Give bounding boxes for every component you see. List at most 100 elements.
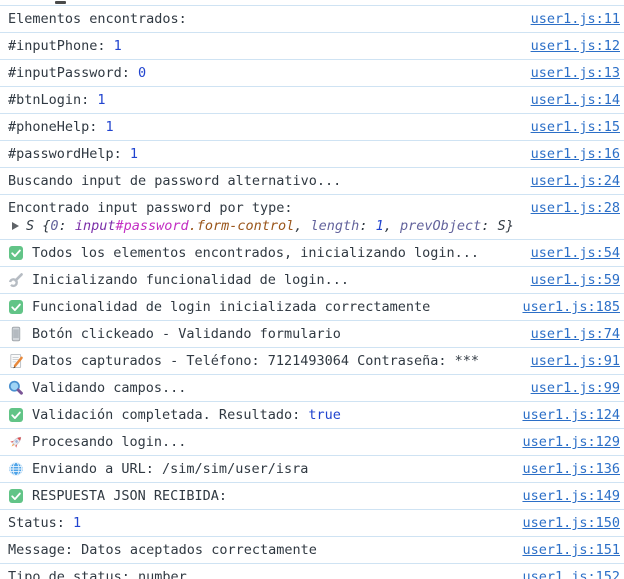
log-text-part: #inputPassword: [8, 65, 138, 81]
log-text: Botón clickeado - Validando formulario [32, 326, 523, 342]
log-text: #phoneHelp: 1 [8, 119, 523, 135]
log-message: #phoneHelp: 1 [8, 119, 523, 135]
preview-part: : [481, 218, 497, 234]
source-link[interactable]: user1.js:149 [522, 488, 620, 504]
log-message: #passwordHelp: 1 [8, 146, 523, 162]
check-mark-icon [8, 488, 24, 504]
source-link[interactable]: user1.js:99 [531, 380, 620, 396]
log-text: Tipo de status: number [8, 569, 514, 579]
preview-part: .form-control [189, 218, 295, 234]
source-link[interactable]: user1.js:91 [531, 353, 620, 369]
log-message: #inputPhone: 1 [8, 38, 523, 54]
source-link[interactable]: user1.js:59 [531, 272, 620, 288]
console-row: Botón clickeado - Validando formulario u… [0, 321, 624, 348]
log-text: Procesando login... [32, 434, 514, 450]
source-link[interactable]: user1.js:129 [522, 434, 620, 450]
source-link[interactable]: user1.js:11 [531, 11, 620, 27]
source-link[interactable]: user1.js:136 [522, 461, 620, 477]
console-row: #inputPhone: 1 user1.js:12 [0, 33, 624, 60]
log-message: RESPUESTA JSON RECIBIDA: [32, 488, 514, 504]
source-link[interactable]: user1.js:152 [522, 569, 620, 579]
console-row: Enviando a URL: /sim/sim/user/isra user1… [0, 456, 624, 483]
source-link[interactable]: user1.js:16 [531, 146, 620, 162]
disclosure-triangle-icon[interactable] [12, 222, 19, 230]
log-message: Inicializando funcionalidad de login... [32, 272, 523, 288]
log-text-part: Validación completada. Resultado: [32, 407, 308, 423]
preview-part: : [59, 218, 75, 234]
log-text-part: Elementos encontrados: [8, 11, 187, 27]
log-message: #inputPassword: 0 [8, 65, 523, 81]
preview-part: prevObject [400, 218, 481, 234]
wrench-icon [8, 272, 24, 288]
console-row: Tipo de status: number user1.js:152 [0, 564, 624, 579]
source-link[interactable]: user1.js:74 [531, 326, 620, 342]
preview-part: : [359, 218, 375, 234]
log-text: Enviando a URL: /sim/sim/user/isra [32, 461, 514, 477]
console-row: Procesando login... user1.js:129 [0, 429, 624, 456]
source-link[interactable]: user1.js:13 [531, 65, 620, 81]
log-message: Funcionalidad de login inicializada corr… [32, 299, 514, 315]
preview-part: 0 [50, 218, 58, 234]
log-message: Enviando a URL: /sim/sim/user/isra [32, 461, 514, 477]
preview-part: , [384, 218, 400, 234]
log-text: Validación completada. Resultado: true [32, 407, 514, 423]
log-text-part: Inicializando funcionalidad de login... [32, 272, 349, 288]
log-text-part: #phoneHelp: [8, 119, 106, 135]
preview-part: 1 [376, 218, 384, 234]
source-link[interactable]: user1.js:24 [531, 173, 620, 189]
log-text-part: Encontrado input password por type: [8, 200, 292, 216]
log-text: Inicializando funcionalidad de login... [32, 272, 523, 288]
log-text-part: Enviando a URL: /sim/sim/user/isra [32, 461, 308, 477]
source-link[interactable]: user1.js:28 [531, 200, 620, 216]
log-value: 1 [73, 515, 81, 531]
log-text-part: Message: Datos aceptados correctamente [8, 542, 317, 558]
memo-icon [8, 353, 24, 369]
log-message: Status: 1 [8, 515, 514, 531]
log-text-part: Buscando input de password alternativo..… [8, 173, 341, 189]
mobile-phone-icon [8, 326, 24, 342]
console-row: Buscando input de password alternativo..… [0, 168, 624, 195]
check-mark-icon [8, 245, 24, 261]
source-link[interactable]: user1.js:185 [522, 299, 620, 315]
console-row: Validación completada. Resultado: true u… [0, 402, 624, 429]
log-text: Buscando input de password alternativo..… [8, 173, 523, 189]
log-text: RESPUESTA JSON RECIBIDA: [32, 488, 514, 504]
log-message: Procesando login... [32, 434, 514, 450]
log-text: #btnLogin: 1 [8, 92, 523, 108]
console-row: Funcionalidad de login inicializada corr… [0, 294, 624, 321]
log-value: 1 [114, 38, 122, 54]
source-link[interactable]: user1.js:15 [531, 119, 620, 135]
log-value: true [308, 407, 341, 423]
source-link[interactable]: user1.js:151 [522, 542, 620, 558]
log-message: #btnLogin: 1 [8, 92, 523, 108]
log-message: Tipo de status: number [8, 569, 514, 579]
object-preview[interactable]: S {0: input#password.form-control, lengt… [8, 218, 523, 234]
source-link[interactable]: user1.js:124 [522, 407, 620, 423]
log-message: Todos los elementos encontrados, inicial… [32, 245, 523, 261]
log-message: Elementos encontrados: [8, 11, 523, 27]
console-row: Validando campos... user1.js:99 [0, 375, 624, 402]
preview-part: S [26, 218, 42, 234]
check-mark-icon [8, 299, 24, 315]
log-text: Datos capturados - Teléfono: 7121493064 … [32, 353, 523, 369]
source-link[interactable]: user1.js:12 [531, 38, 620, 54]
source-link[interactable]: user1.js:14 [531, 92, 620, 108]
log-text-part: Todos los elementos encontrados, inicial… [32, 245, 479, 261]
source-link[interactable]: user1.js:150 [522, 515, 620, 531]
preview-part: } [506, 218, 514, 234]
console-row: Encontrado input password por type: S {0… [0, 195, 624, 240]
console-row: Datos capturados - Teléfono: 7121493064 … [0, 348, 624, 375]
log-text-part: Botón clickeado - Validando formulario [32, 326, 341, 342]
log-text-part: RESPUESTA JSON RECIBIDA: [32, 488, 227, 504]
log-text-part: Procesando login... [32, 434, 186, 450]
log-text-part: #inputPhone: [8, 38, 114, 54]
clipped-row [0, 0, 624, 6]
source-link[interactable]: user1.js:54 [531, 245, 620, 261]
console-row: Elementos encontrados: user1.js:11 [0, 6, 624, 33]
log-text: Status: 1 [8, 515, 514, 531]
log-text-part: #btnLogin: [8, 92, 97, 108]
log-message: Validando campos... [32, 380, 523, 396]
console-row: Inicializando funcionalidad de login... … [0, 267, 624, 294]
log-text: Message: Datos aceptados correctamente [8, 542, 514, 558]
console-row: #btnLogin: 1 user1.js:14 [0, 87, 624, 114]
